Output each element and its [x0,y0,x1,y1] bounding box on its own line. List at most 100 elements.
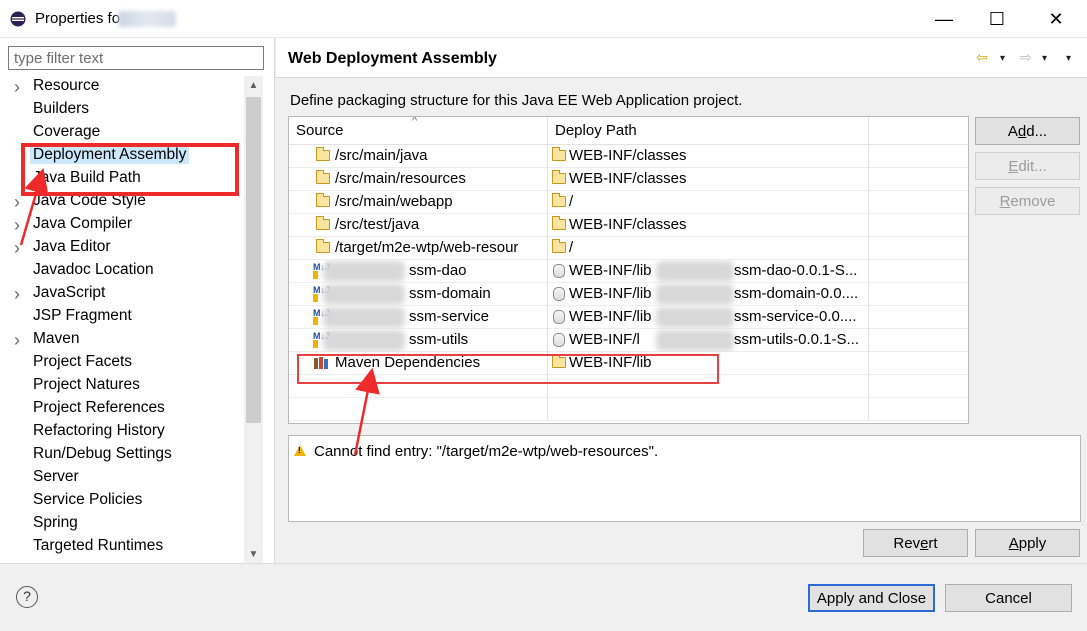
tree-item[interactable]: Project References [0,398,244,421]
empty-cell [869,237,968,260]
chevron-right-icon[interactable]: › [14,216,28,234]
window-title: Properties fo [35,10,121,27]
table-row[interactable]: M↓J ssm-service WEB-INF/lib ssm-service-0.0… [289,306,968,329]
source-cell: Maven Dependencies [289,352,548,375]
tree-item[interactable]: Server [0,467,244,490]
folder-icon [316,147,330,161]
warning-message: Cannot find entry: "/target/m2e-wtp/web-… [314,443,659,460]
cancel-button[interactable]: Cancel [945,584,1072,612]
column-header-deploy-path[interactable]: Deploy Path [548,117,869,145]
scroll-down-button[interactable]: ▼ [244,545,263,563]
tree-item[interactable]: Refactoring History [0,421,244,444]
tree-item[interactable]: › Maven [0,329,244,352]
help-icon[interactable]: ? [16,586,38,608]
filter-input[interactable] [8,46,264,70]
tree-item[interactable]: › Java Editor [0,237,244,260]
forward-arrow-icon[interactable]: ⇨ [1020,48,1032,66]
edit-button[interactable]: Edit... [975,152,1080,180]
scroll-up-button[interactable]: ▲ [244,76,263,94]
maximize-button[interactable]: ☐ [969,0,1025,38]
tree-item[interactable]: Project Natures [0,375,244,398]
jar-icon [553,264,565,278]
tree-item[interactable]: › Java Compiler [0,214,244,237]
forward-dropdown-icon[interactable]: ▾ [1042,50,1047,68]
minimize-button[interactable]: — [916,0,972,38]
deploy-path-cell: WEB-INF/l ssm-utils-0.0.1-S... [548,329,869,352]
table-row[interactable]: /src/test/java WEB-INF/classes [289,214,968,237]
table-row[interactable]: /src/main/webapp / [289,191,968,214]
back-arrow-icon[interactable]: ⇦ [976,48,988,66]
library-icon [314,357,328,369]
scroll-thumb[interactable] [246,97,261,423]
deploy-artifact-text: ssm-service-0.0.... [734,308,857,325]
table-row[interactable]: /src/main/resources WEB-INF/classes [289,168,968,191]
deploy-path-cell: WEB-INF/classes [548,145,869,168]
table-row[interactable]: /target/m2e-wtp/web-resour / [289,237,968,260]
apply-and-close-button[interactable]: Apply and Close [808,584,935,612]
source-text: /target/m2e-wtp/web-resour [335,239,519,256]
tree-item[interactable]: Java Build Path [0,168,244,191]
deploy-path-cell: / [548,237,869,260]
empty-cell [869,191,968,214]
empty-cell [869,168,968,191]
table-row[interactable]: Maven Dependencies WEB-INF/lib [289,352,968,375]
folder-icon [552,239,566,253]
tree-item[interactable]: Service Policies [0,490,244,513]
source-cell: /src/main/resources [289,168,548,191]
tree-item[interactable]: Spring [0,513,244,536]
deploy-path-cell: / [548,191,869,214]
redacted-text [656,261,734,282]
source-cell: /src/test/java [289,214,548,237]
chevron-right-icon[interactable]: › [14,331,28,349]
deploy-path-text: WEB-INF/l [569,331,640,348]
tree-item-label: Server [33,468,79,485]
jar-icon [553,287,565,301]
tree-item[interactable]: JSP Fragment [0,306,244,329]
revert-button[interactable]: Revert [863,529,968,557]
tree-item[interactable]: Project Facets [0,352,244,375]
table-row[interactable]: M↓J ssm-utils WEB-INF/l ssm-utils-0.0.1-S..… [289,329,968,352]
deploy-path-cell: WEB-INF/lib [548,352,869,375]
table-row[interactable]: M↓J ssm-dao WEB-INF/lib ssm-dao-0.0.1-S... [289,260,968,283]
tree-item[interactable]: Run/Debug Settings [0,444,244,467]
redacted-text [656,284,734,305]
deploy-path-cell: WEB-INF/lib ssm-dao-0.0.1-S... [548,260,869,283]
folder-icon [552,170,566,184]
tree-item[interactable]: Targeted Runtimes [0,536,244,559]
right-pane: Web Deployment Assembly ⇦ ▾ ⇨ ▾ ▾ Define… [276,38,1087,563]
tree-item[interactable]: › Java Code Style [0,191,244,214]
tree-item-label: Builders [33,100,89,117]
tree-item-label: Project References [33,399,165,416]
table-row[interactable]: /src/main/java WEB-INF/classes [289,145,968,168]
tree-item[interactable]: › Resource [0,76,244,99]
empty-cell [869,260,968,283]
page-title: Web Deployment Assembly [288,50,497,67]
column-header-source[interactable]: ^ Source [289,117,548,145]
back-dropdown-icon[interactable]: ▾ [1000,50,1005,68]
deploy-path-cell: WEB-INF/classes [548,214,869,237]
tree-scrollbar[interactable]: ▲ ▼ [244,76,263,563]
source-cell: /src/main/webapp [289,191,548,214]
remove-button[interactable]: Remove [975,187,1080,215]
redacted-text [323,261,405,282]
tree-item[interactable]: Deployment Assembly [0,145,244,168]
tree-item[interactable]: Builders [0,99,244,122]
apply-button[interactable]: Apply [975,529,1080,557]
chevron-right-icon[interactable]: › [14,239,28,257]
tree-item[interactable]: Coverage [0,122,244,145]
add-button[interactable]: Add... [975,117,1080,145]
view-menu-icon[interactable]: ▾ [1066,50,1071,68]
tree-item[interactable]: › JavaScript [0,283,244,306]
redacted-text [323,330,405,351]
folder-icon [316,170,330,184]
close-button[interactable]: ✕ [1028,0,1084,38]
table-row[interactable]: M↓J ssm-domain WEB-INF/lib ssm-domain-0.0..… [289,283,968,306]
chevron-right-icon[interactable]: › [14,285,28,303]
tree-item-label: Java Compiler [33,215,133,232]
tree-item-label: Run/Debug Settings [33,445,172,462]
sort-arrow-icon: ^ [412,116,418,127]
source-cell: M↓J ssm-dao [289,260,548,283]
chevron-right-icon[interactable]: › [14,78,28,96]
tree-item[interactable]: Javadoc Location [0,260,244,283]
chevron-right-icon[interactable]: › [14,193,28,211]
